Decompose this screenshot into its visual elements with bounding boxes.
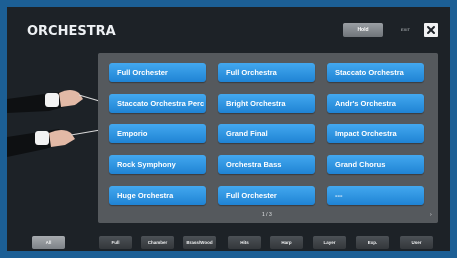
category-brass-wood-button[interactable]: Brass/Wood [183,236,216,249]
category-layer-button[interactable]: Layer [313,236,346,249]
hold-button[interactable]: Hold [343,23,383,37]
preset-button[interactable]: Bright Orchestra [218,94,315,113]
category-full-button[interactable]: Full [99,236,132,249]
page-title: ORCHESTRA [27,24,116,39]
preset-button[interactable]: Impact Orchestra [327,124,424,143]
category-exp-button[interactable]: Exp. [356,236,389,249]
preset-button[interactable]: Full Orchestra [218,63,315,82]
category-harp-button[interactable]: Harp [270,236,303,249]
preset-button[interactable]: Rock Symphony [109,155,206,174]
preset-button[interactable]: --- [327,186,424,205]
conductor-hands-image [7,90,107,157]
category-all-button[interactable]: All [32,236,65,249]
preset-button[interactable]: Orchestra Bass [218,155,315,174]
preset-button[interactable]: Full Orchester [109,63,206,82]
preset-button[interactable]: Staccato Orchestra Perc [109,94,206,113]
category-user-button[interactable]: User [400,236,433,249]
preset-button[interactable]: Emporio [109,124,206,143]
next-page-button[interactable]: › [430,212,432,218]
close-icon [427,26,435,34]
preset-button[interactable]: Grand Final [218,124,315,143]
close-button[interactable] [424,23,438,37]
preset-button[interactable]: Staccato Orchestra [327,63,424,82]
preset-button[interactable]: Full Orchester [218,186,315,205]
category-hits-button[interactable]: Hits [228,236,261,249]
page-indicator: 1 / 3 [262,212,272,218]
preset-button[interactable]: Huge Orchestra [109,186,206,205]
category-chamber-button[interactable]: Chamber [141,236,174,249]
exit-label: EXIT [401,27,410,32]
preset-button[interactable]: Andr's Orchestra [327,94,424,113]
preset-button[interactable]: Grand Chorus [327,155,424,174]
